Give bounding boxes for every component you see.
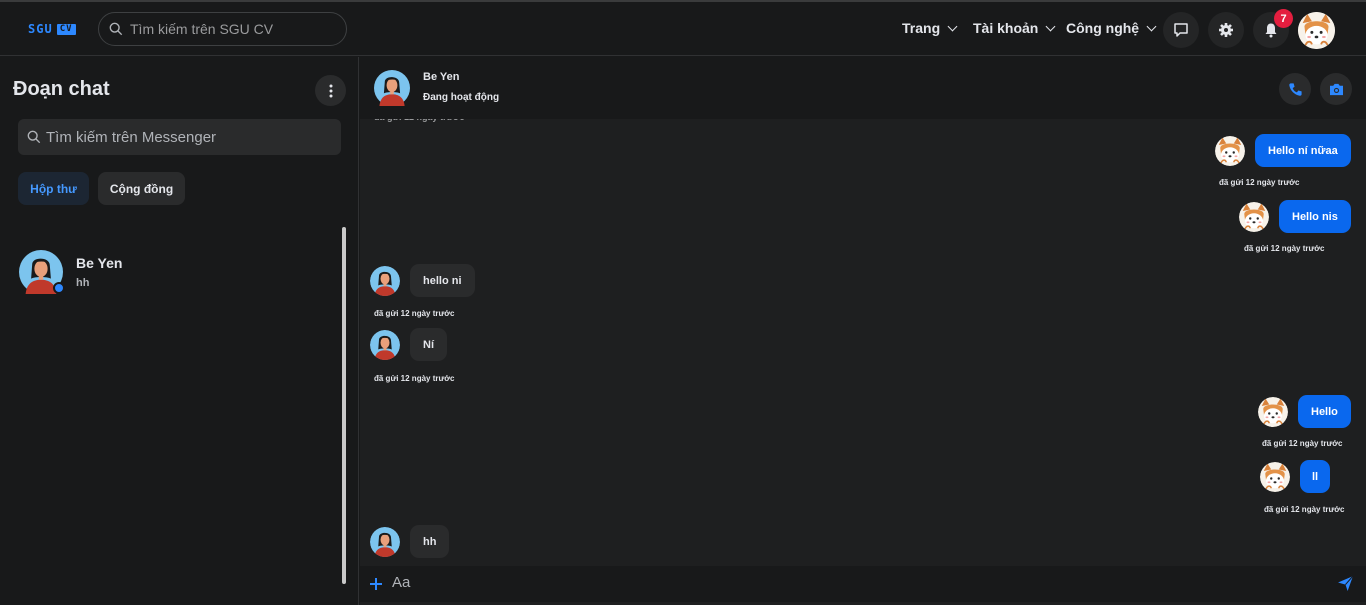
contact-avatar[interactable]	[374, 70, 410, 106]
message-composer	[360, 566, 1366, 602]
settings-button[interactable]	[1208, 12, 1244, 48]
search-icon	[27, 130, 41, 144]
message-bubble[interactable]: Hello ní nữaa	[1255, 134, 1351, 167]
menu-label: Trang	[902, 20, 941, 36]
sender-avatar	[1215, 136, 1245, 166]
phone-icon	[1288, 82, 1302, 96]
message-input[interactable]	[392, 574, 1292, 591]
message-incoming: hello ni	[370, 264, 475, 297]
messenger-search-input[interactable]	[46, 128, 326, 146]
menu-label: Tài khoản	[973, 20, 1039, 36]
messenger-search	[18, 119, 341, 155]
menu-cong-nghe[interactable]: Công nghệ	[1066, 20, 1157, 36]
chat-panel: đã gửi 12 ngày trước Hello ní nữaa đã gử…	[360, 57, 1366, 605]
conversation-last-message: hh	[76, 277, 90, 289]
sidebar-scrollbar[interactable]	[342, 227, 346, 584]
sender-avatar	[370, 266, 400, 296]
menu-label: Công nghệ	[1066, 20, 1140, 36]
site-search-input[interactable]	[130, 21, 330, 37]
messages-button[interactable]	[1163, 12, 1199, 48]
message-outgoing: Hello ní nữaa	[1215, 134, 1351, 167]
message-bubble[interactable]: hello ni	[410, 264, 475, 297]
message-bubble[interactable]: hh	[410, 525, 450, 558]
tab-community[interactable]: Cộng đồng	[98, 172, 185, 205]
message-outgoing: ll	[1260, 460, 1331, 493]
message-timestamp: đã gửi 12 ngày trước	[374, 374, 455, 383]
menu-tai-khoan[interactable]: Tài khoản	[973, 20, 1056, 36]
chat-header: Be Yen Đang hoạt động	[360, 57, 1366, 119]
chevron-down-icon	[947, 21, 958, 31]
account-avatar[interactable]	[1298, 12, 1335, 49]
tab-inbox[interactable]: Hộp thư	[18, 172, 89, 205]
message-timestamp: đã gửi 12 ngày trước	[374, 309, 455, 318]
message-timestamp: đã gửi 12 ngày trước	[1262, 439, 1343, 448]
sender-avatar	[370, 527, 400, 557]
site-search	[98, 12, 347, 46]
plus-icon[interactable]	[369, 577, 383, 591]
message-timestamp: đã gửi 12 ngày trước	[1244, 244, 1325, 253]
send-icon[interactable]	[1337, 575, 1354, 592]
message-incoming: hh	[370, 525, 450, 558]
message-timestamp: đã gửi 12 ngày trước	[1219, 178, 1300, 187]
chat-sidebar: Đoạn chat Hộp thư Cộng đồng Be Yen hh	[0, 57, 359, 605]
more-vertical-icon	[329, 84, 332, 97]
sender-avatar	[1260, 462, 1290, 492]
menu-trang[interactable]: Trang	[902, 20, 958, 36]
message-outgoing: Hello	[1258, 395, 1351, 428]
search-icon	[109, 22, 123, 36]
top-navbar: SGU CV Trang Tài khoản Công nghệ 7	[0, 2, 1366, 56]
message-bubble[interactable]: Hello	[1298, 395, 1351, 428]
message-bubble[interactable]: Ní	[410, 328, 447, 361]
sidebar-options-button[interactable]	[315, 75, 346, 106]
video-call-button[interactable]	[1320, 73, 1352, 105]
message-bubble[interactable]: Hello nis	[1279, 200, 1351, 233]
voice-call-button[interactable]	[1279, 73, 1311, 105]
camera-icon	[1329, 83, 1343, 95]
sender-avatar	[1239, 202, 1269, 232]
contact-name: Be Yen	[423, 71, 460, 83]
message-timestamp: đã gửi 12 ngày trước	[1264, 505, 1345, 514]
sidebar-title: Đoạn chat	[13, 78, 110, 100]
chevron-down-icon	[1146, 21, 1157, 31]
notifications-button[interactable]: 7	[1253, 9, 1293, 48]
chevron-down-icon	[1045, 21, 1056, 31]
message-icon	[1174, 23, 1188, 37]
gear-icon	[1219, 23, 1233, 37]
logo-text: SGU	[28, 22, 53, 36]
logo[interactable]: SGU CV	[28, 22, 76, 36]
online-indicator	[53, 282, 65, 294]
logo-badge: CV	[56, 23, 76, 35]
conversation-name: Be Yen	[76, 255, 123, 271]
contact-status: Đang hoạt động	[423, 92, 500, 103]
message-incoming: Ní	[370, 328, 447, 361]
sender-avatar	[1258, 397, 1288, 427]
notification-badge: 7	[1274, 9, 1293, 28]
message-bubble[interactable]: ll	[1300, 460, 1331, 493]
sender-avatar	[370, 330, 400, 360]
message-outgoing: Hello nis	[1239, 200, 1351, 233]
conversation-item[interactable]: Be Yen hh	[10, 242, 330, 302]
conversation-avatar	[19, 250, 65, 294]
